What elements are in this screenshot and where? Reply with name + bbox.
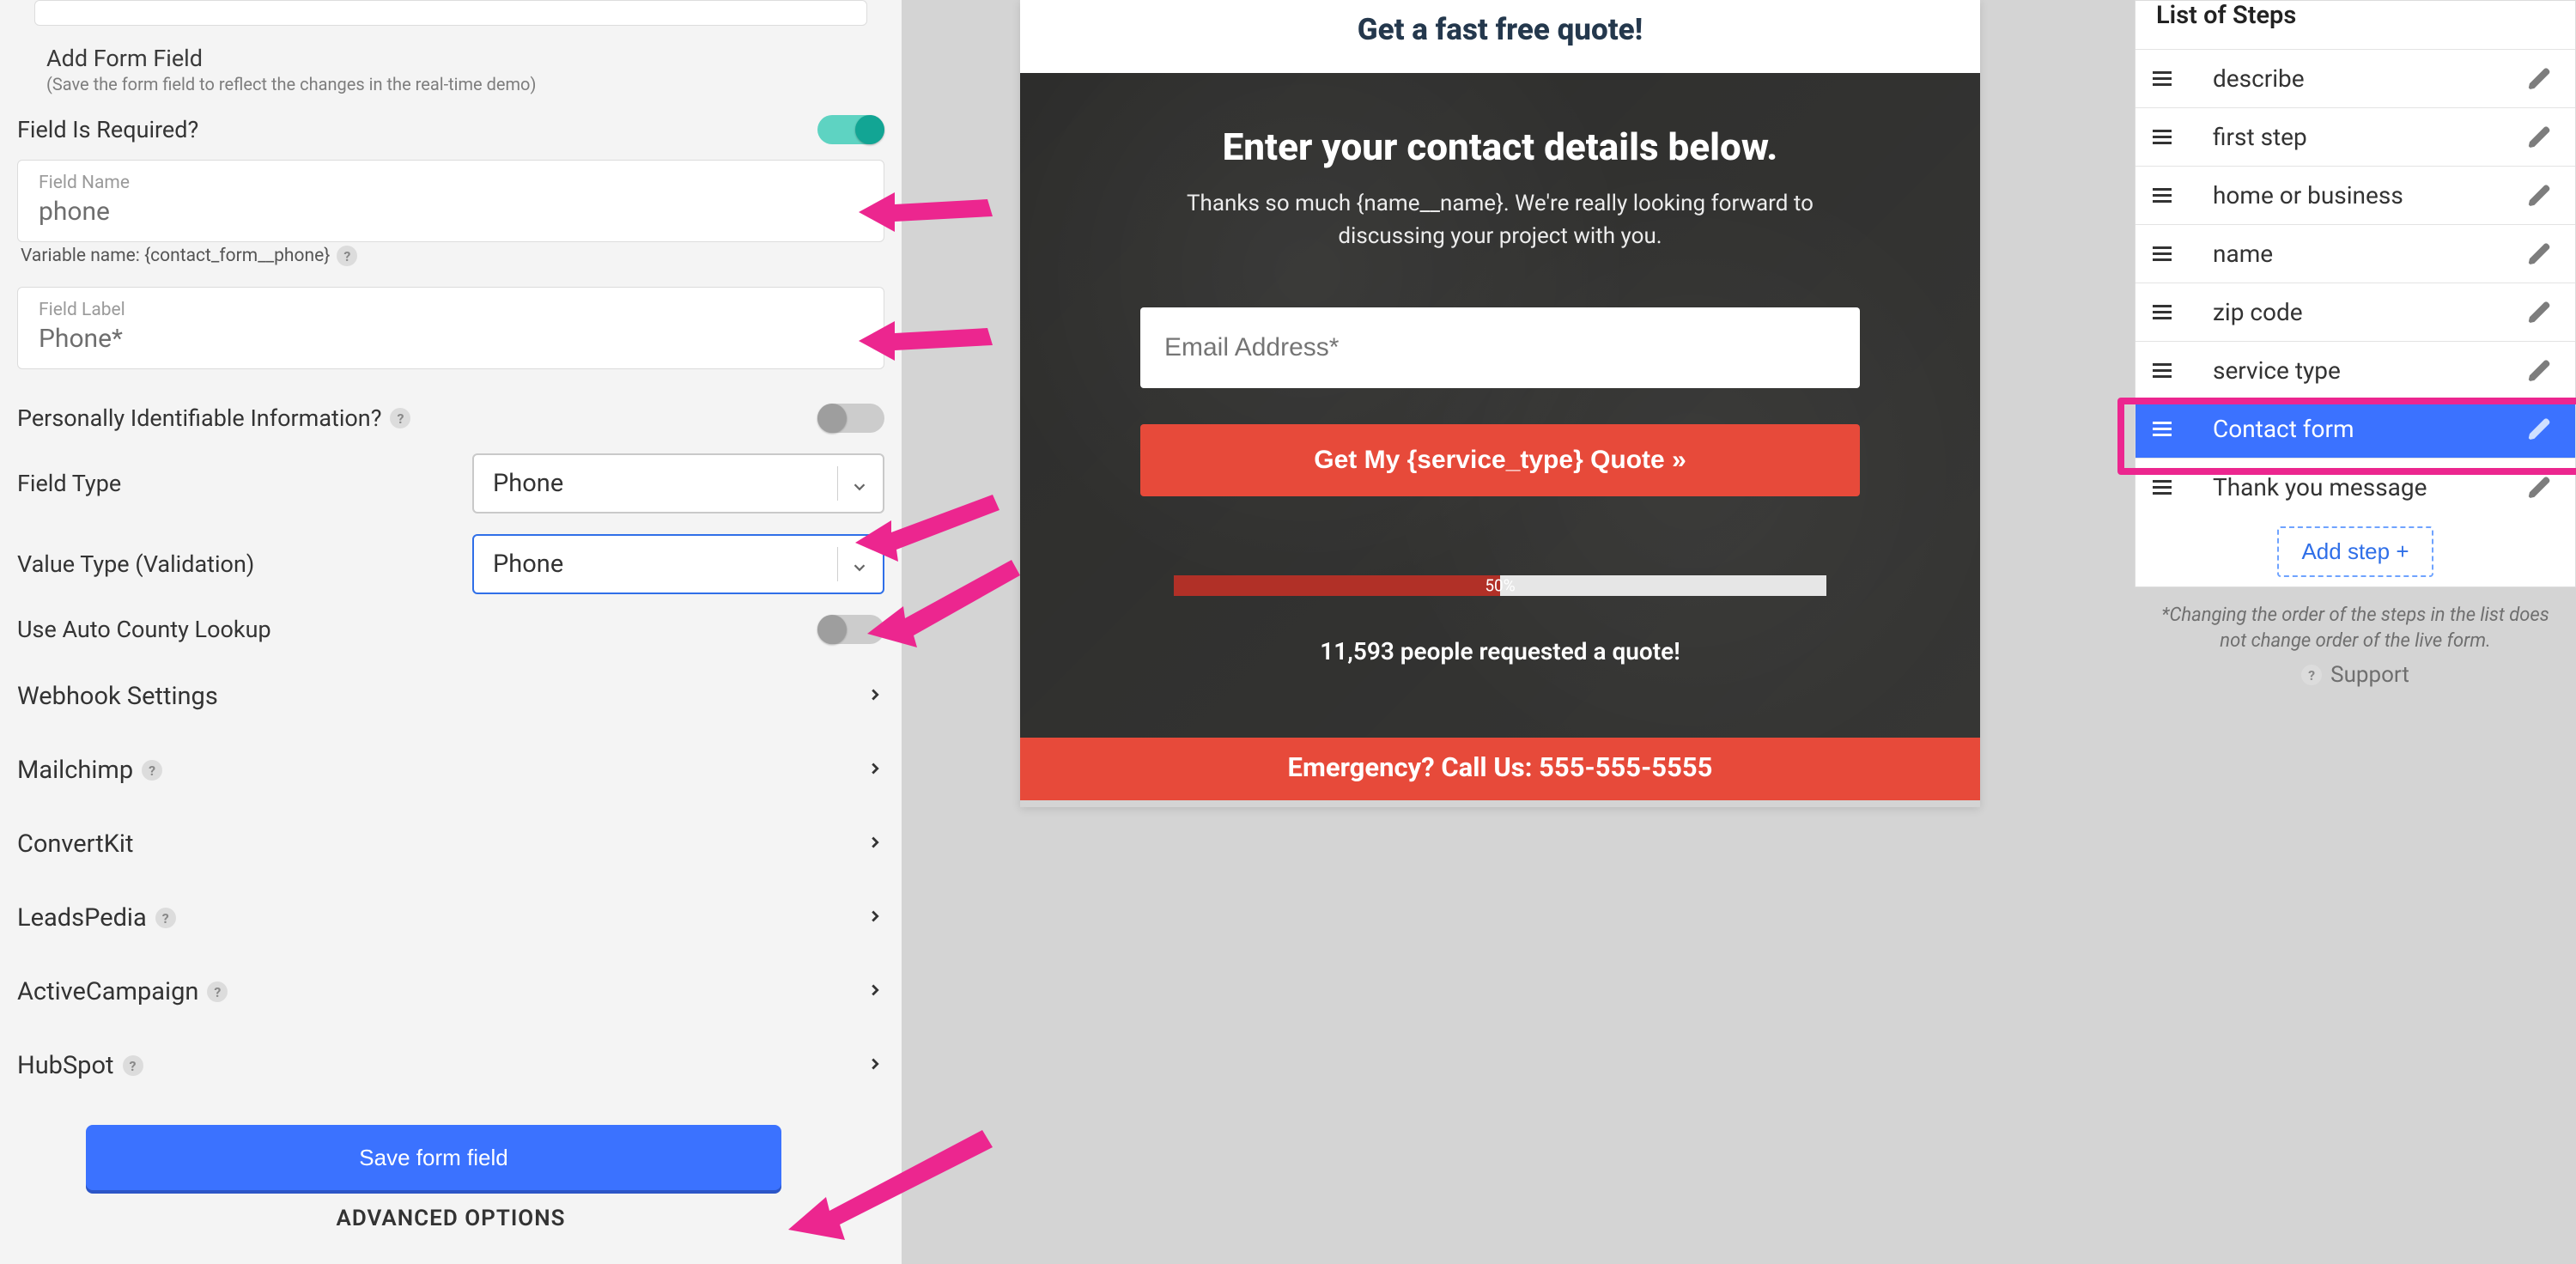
steps-title: List of Steps	[2136, 1, 2575, 49]
drag-handle-icon[interactable]	[2153, 130, 2172, 144]
support-link[interactable]: Support	[2330, 662, 2409, 688]
step-row-describe[interactable]: describe	[2136, 49, 2575, 107]
pii-toggle[interactable]	[817, 404, 884, 433]
step-row-contact-form[interactable]: Contact form	[2136, 399, 2575, 458]
preview-step-subtext: Thanks so much {name__name}. We're reall…	[1165, 188, 1835, 252]
pencil-icon[interactable]	[2527, 300, 2553, 325]
value-type-label: Value Type (Validation)	[17, 550, 254, 578]
step-label: Thank you message	[2213, 473, 2427, 501]
step-label: zip code	[2213, 298, 2303, 326]
chevron-right-icon	[866, 1051, 884, 1080]
progress-bar: 50%	[1174, 575, 1826, 596]
advanced-options-heading[interactable]: ADVANCED OPTIONS	[17, 1206, 884, 1231]
accordion-label: Webhook Settings	[17, 682, 218, 711]
chevron-down-icon	[850, 555, 869, 574]
step-row-first-step[interactable]: first step	[2136, 107, 2575, 166]
steps-reorder-note: *Changing the order of the steps in the …	[2159, 603, 2552, 653]
chevron-right-icon	[866, 682, 884, 711]
drag-handle-icon[interactable]	[2153, 305, 2172, 319]
drag-handle-icon[interactable]	[2153, 363, 2172, 378]
pencil-icon[interactable]	[2527, 125, 2553, 150]
field-name-value: phone	[39, 197, 863, 227]
preview-footer-callus: Emergency? Call Us: 555-555-5555	[1020, 738, 1980, 800]
preview-heading: Get a fast free quote!	[1020, 0, 1980, 73]
drag-handle-icon[interactable]	[2153, 422, 2172, 436]
step-label: name	[2213, 240, 2273, 268]
field-label-value: Phone*	[39, 324, 863, 354]
field-name-input[interactable]: Field Name phone	[17, 160, 884, 242]
auto-county-label: Use Auto County Lookup	[17, 616, 271, 643]
help-icon[interactable]: ?	[155, 908, 176, 928]
field-type-value: Phone	[493, 469, 563, 498]
help-icon: ?	[2301, 665, 2322, 685]
add-step-button[interactable]: Add step +	[2277, 526, 2433, 577]
chevron-right-icon	[866, 977, 884, 1006]
help-icon[interactable]: ?	[123, 1055, 143, 1076]
step-label: Contact form	[2213, 415, 2354, 443]
step-row-zip-code[interactable]: zip code	[2136, 283, 2575, 341]
drag-handle-icon[interactable]	[2153, 188, 2172, 203]
drag-handle-icon[interactable]	[2153, 71, 2172, 86]
help-icon[interactable]: ?	[207, 981, 228, 1002]
social-proof-stat: 11,593 people requested a quote!	[1130, 637, 1870, 665]
accordion-label: ActiveCampaign	[17, 977, 198, 1006]
step-row-home-or-business[interactable]: home or business	[2136, 166, 2575, 224]
accordion-webhook-settings[interactable]: Webhook Settings	[17, 659, 884, 733]
pencil-icon[interactable]	[2527, 475, 2553, 501]
chevron-right-icon	[866, 830, 884, 859]
save-form-field-button[interactable]: Save form field	[86, 1125, 781, 1190]
pencil-icon[interactable]	[2527, 416, 2553, 442]
step-row-thank-you-message[interactable]: Thank you message	[2136, 458, 2575, 516]
field-name-label: Field Name	[39, 173, 863, 193]
progress-label: 50%	[1485, 576, 1515, 596]
step-label: home or business	[2213, 181, 2403, 210]
help-icon[interactable]: ?	[142, 760, 162, 781]
add-form-field-subtitle: (Save the form field to reflect the chan…	[46, 74, 867, 94]
accordion-hubspot[interactable]: HubSpot?	[17, 1029, 884, 1103]
form-preview: Get a fast free quote! Enter your contac…	[1020, 0, 1980, 807]
step-label: service type	[2213, 356, 2341, 385]
help-icon[interactable]: ?	[390, 408, 410, 428]
pencil-icon[interactable]	[2527, 183, 2553, 209]
value-type-value: Phone	[493, 550, 563, 579]
field-required-label: Field Is Required?	[17, 116, 198, 143]
previous-card-bottom	[34, 0, 867, 26]
pencil-icon[interactable]	[2527, 66, 2553, 92]
chevron-down-icon	[850, 474, 869, 493]
accordion-leadspedia[interactable]: LeadsPedia?	[17, 881, 884, 955]
value-type-select[interactable]: Phone	[472, 534, 884, 594]
step-row-service-type[interactable]: service type	[2136, 341, 2575, 399]
drag-handle-icon[interactable]	[2153, 480, 2172, 495]
accordion-label: LeadsPedia	[17, 903, 147, 933]
email-field[interactable]	[1140, 307, 1860, 388]
field-type-select[interactable]: Phone	[472, 453, 884, 514]
pencil-icon[interactable]	[2527, 358, 2553, 384]
accordion-convertkit[interactable]: ConvertKit	[17, 807, 884, 881]
step-label: first step	[2213, 123, 2307, 151]
form-field-editor: Add Form Field (Save the form field to r…	[0, 0, 902, 1264]
field-label-input[interactable]: Field Label Phone*	[17, 287, 884, 369]
get-quote-button[interactable]: Get My {service_type} Quote »	[1140, 424, 1860, 496]
field-required-toggle[interactable]	[817, 115, 884, 144]
accordion-label: HubSpot	[17, 1051, 114, 1080]
auto-county-toggle[interactable]	[817, 615, 884, 644]
field-type-label: Field Type	[17, 470, 121, 497]
pencil-icon[interactable]	[2527, 241, 2553, 267]
accordion-mailchimp[interactable]: Mailchimp?	[17, 733, 884, 807]
accordion-label: Mailchimp	[17, 756, 133, 785]
variable-name-caption: Variable name: {contact_form__phone}	[21, 246, 330, 266]
steps-panel: List of Steps describe first step home or …	[2135, 0, 2576, 688]
drag-handle-icon[interactable]	[2153, 246, 2172, 261]
help-icon[interactable]: ?	[337, 246, 357, 266]
preview-step-title: Enter your contact details below.	[1130, 125, 1870, 169]
field-label-label: Field Label	[39, 300, 863, 320]
accordion-activecampaign[interactable]: ActiveCampaign?	[17, 955, 884, 1029]
step-label: describe	[2213, 64, 2305, 93]
step-row-name[interactable]: name	[2136, 224, 2575, 283]
pii-label: Personally Identifiable Information?	[17, 404, 381, 432]
accordion-label: ConvertKit	[17, 830, 133, 859]
chevron-right-icon	[866, 903, 884, 933]
add-form-field-title: Add Form Field	[46, 45, 867, 72]
chevron-right-icon	[866, 756, 884, 785]
